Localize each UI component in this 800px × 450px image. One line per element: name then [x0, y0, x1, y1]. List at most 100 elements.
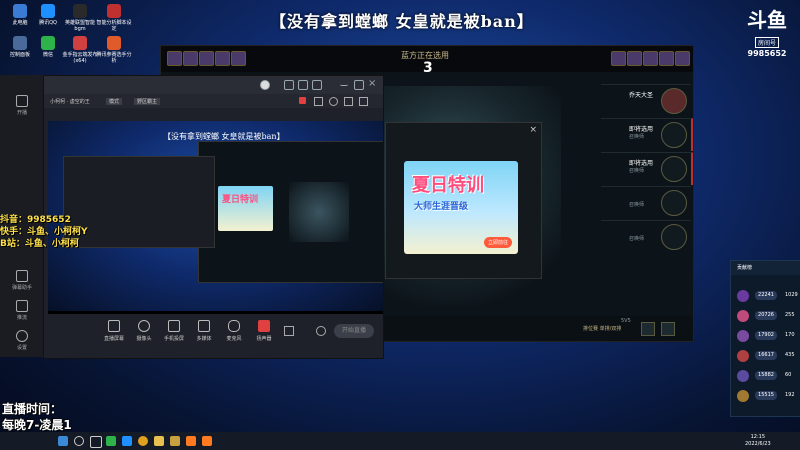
ranking-row[interactable]: 22241 1029 [735, 287, 799, 305]
ranking-row[interactable]: 15882 60 [735, 367, 799, 385]
control-label: 麦克风 [226, 336, 242, 342]
promo-subtitle: 大师生涯晋级 [414, 202, 469, 212]
screen-icon [108, 320, 120, 332]
desktop-icon-label: 金手指云端发布(x64) [62, 52, 98, 64]
app-icon [73, 4, 87, 18]
champion-portrait[interactable] [611, 51, 626, 66]
slot-name: 即将选用 [629, 160, 654, 167]
queue-type-label: 排位赛 单排/双排 [583, 326, 622, 332]
champion-portrait[interactable] [231, 51, 246, 66]
ranking-count: 60 [785, 372, 792, 378]
taskbar-clock[interactable]: 12:15 2022/6/23 [745, 434, 771, 448]
emote-icon[interactable] [641, 322, 655, 336]
champion-portrait[interactable] [199, 51, 214, 66]
speaker-button[interactable]: 扬声器 [246, 320, 282, 342]
desktop-icon-analysis[interactable]: 智能分析脚本设定 [96, 4, 132, 32]
play-icon [198, 320, 210, 332]
lol-icon[interactable] [170, 436, 180, 446]
control-panel-icon [13, 36, 27, 50]
stream-banner-title: 【没有拿到螳螂 女皇就是被ban】 [270, 12, 534, 31]
champion-portrait[interactable] [675, 51, 690, 66]
computer-icon [13, 4, 27, 18]
douyu-icon[interactable] [186, 436, 196, 446]
ranking-row[interactable]: 17902 170 [735, 327, 799, 345]
live-time-value: 每晚7-凌晨1 [2, 418, 72, 432]
windows-start-icon[interactable] [58, 436, 68, 446]
promo-card[interactable]: 夏日特训 大师生涯晋级 立即前往 [404, 161, 518, 254]
hero-dropdown[interactable]: 野区霸主 [134, 98, 161, 105]
ranking-row[interactable]: 16617 435 [735, 347, 799, 365]
share-icon[interactable] [359, 97, 368, 106]
menu-icon[interactable] [312, 80, 322, 90]
avatar [737, 370, 749, 382]
minimize-icon[interactable] [340, 80, 348, 86]
slot-sub: 召唤师 [629, 236, 645, 242]
slot-sub: 召唤师 [629, 134, 645, 140]
settings-icon[interactable] [329, 97, 338, 106]
stream-controls-bar: 直播屏幕 摄像头 手机投屏 多媒体 麦克风 扬声器 开始直播 [44, 314, 383, 358]
sidepanel-item-settings[interactable]: 设置 [4, 330, 40, 351]
notification-icon[interactable] [344, 97, 353, 106]
close-icon[interactable]: × [529, 125, 537, 135]
start-live-button[interactable]: 开始直播 [334, 324, 374, 338]
folder-icon[interactable] [154, 436, 164, 446]
champion-portrait[interactable] [627, 51, 642, 66]
avatar[interactable] [260, 80, 270, 90]
ranking-row[interactable]: 15515 192 [735, 387, 799, 405]
desktop-icon-label: 控制面板 [9, 52, 30, 58]
mail-icon[interactable] [298, 80, 308, 90]
team-slot: 乔天大圣 [601, 84, 691, 117]
mode-dropdown[interactable]: 模式 [106, 98, 123, 105]
ranking-row[interactable]: 20726 255 [735, 307, 799, 325]
control-label: 摄像头 [136, 336, 152, 342]
champion-slot-icon [661, 122, 687, 148]
clock-time: 12:15 [750, 434, 766, 440]
champion-portrait[interactable] [215, 51, 230, 66]
lock-icon[interactable] [314, 97, 323, 106]
sidepanel-item-danmu[interactable]: 弹幕助手 [4, 270, 40, 291]
app-icon[interactable] [202, 436, 212, 446]
task-view-icon[interactable] [90, 436, 102, 448]
ranking-value: 17902 [755, 331, 777, 340]
ranking-count: 435 [785, 352, 795, 358]
qq-icon [41, 4, 55, 18]
pick-timer: 3 [423, 60, 433, 76]
game-label[interactable]: 小柯柯 · 虚空的王 [50, 98, 90, 105]
preview-promo: 夏日特训 [218, 186, 273, 231]
sidepanel-item-live[interactable]: 开播 [4, 95, 40, 116]
qq-icon[interactable] [122, 436, 132, 446]
champion-slot-icon [661, 156, 687, 182]
champion-portrait[interactable] [167, 51, 182, 66]
avatar [737, 330, 749, 342]
desktop-icon-wechat[interactable]: 微信 [30, 36, 66, 58]
champion-portrait[interactable] [183, 51, 198, 66]
record-icon[interactable] [284, 326, 294, 336]
gear-icon[interactable] [316, 326, 326, 336]
champion-portrait[interactable] [643, 51, 658, 66]
close-icon[interactable]: × [368, 78, 376, 89]
app-icon [107, 36, 121, 50]
desktop-icon-lol-bgm[interactable]: 英雄联盟智能bgm [62, 4, 98, 32]
search-icon[interactable] [74, 436, 84, 446]
speaker-icon [258, 320, 270, 332]
desktop-icon-tencent-analysis[interactable]: 腾讯参赛选手分析 [96, 36, 132, 64]
share-icon[interactable] [299, 97, 306, 104]
ranking-count: 170 [785, 332, 795, 338]
streaming-app-titlebar: × [44, 76, 383, 94]
champion-portrait[interactable] [659, 51, 674, 66]
skin-icon[interactable] [284, 80, 294, 90]
sidepanel-item-push[interactable]: 推流 [4, 300, 40, 321]
gear-icon [16, 330, 28, 342]
promo-go-button[interactable]: 立即前往 [483, 237, 512, 248]
microphone-icon[interactable] [661, 322, 675, 336]
slot-sub: 召唤师 [629, 202, 645, 208]
desktop-icon-qq[interactable]: 腾讯QQ [30, 4, 66, 26]
desktop-icon-goldfinger[interactable]: 金手指云端发布(x64) [62, 36, 98, 64]
ranking-count: 1029 [785, 292, 798, 298]
ranking-header: 贡献榜 [731, 261, 800, 275]
ranking-count: 255 [785, 312, 795, 318]
maximize-icon[interactable] [354, 80, 364, 90]
room-number-label: 房间号 [754, 37, 779, 48]
wechat-icon[interactable] [106, 436, 116, 446]
browser-icon[interactable] [138, 436, 148, 446]
